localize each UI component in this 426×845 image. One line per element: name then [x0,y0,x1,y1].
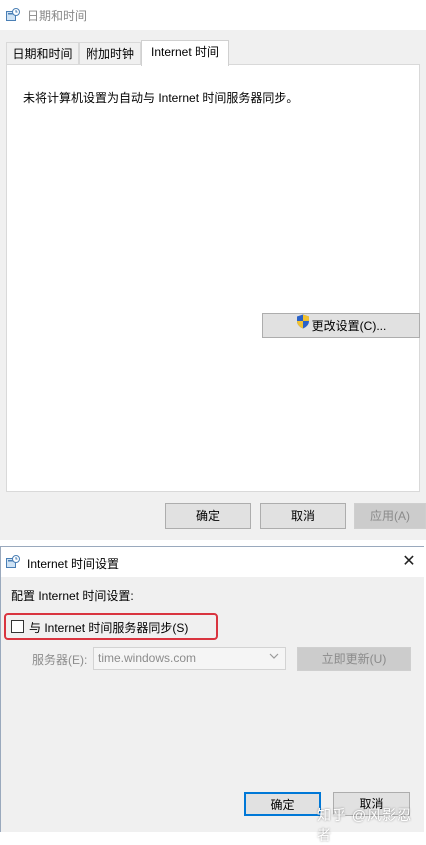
tab-date-time[interactable]: 日期和时间 [6,42,79,64]
apply-button[interactable]: 应用(A) [354,503,426,529]
tab-additional-clocks[interactable]: 附加时钟 [79,42,141,64]
change-settings-button[interactable]: 更改设置(C)... [262,313,420,338]
sync-status-text: 未将计算机设置为自动与 Internet 时间服务器同步。 [23,91,299,105]
chevron-down-icon[interactable] [269,651,279,664]
uac-shield-icon [296,313,310,337]
window-title: 日期和时间 [27,9,88,23]
cancel-button[interactable]: 取消 [260,503,346,529]
sync-checkbox-label[interactable]: 与 Internet 时间服务器同步(S) [29,619,188,636]
change-settings-label: 更改设置(C)... [311,319,387,333]
ok-button[interactable]: 确定 [165,503,251,529]
server-combobox[interactable]: time.windows.com [93,647,286,670]
title-bar: Internet 时间设置 ✕ [1,547,424,577]
server-label: 服务器(E): [32,653,88,667]
title-bar: 日期和时间 [0,0,426,30]
server-value: time.windows.com [98,651,197,665]
internet-time-panel [6,64,420,492]
sync-checkbox[interactable] [11,620,24,633]
watermark: 知乎 @风影忍者 [317,807,413,843]
close-icon[interactable]: ✕ [398,551,420,573]
tab-internet-time[interactable]: Internet 时间 [141,40,229,66]
update-now-button[interactable]: 立即更新(U) [297,647,411,671]
config-label: 配置 Internet 时间设置: [11,589,134,603]
clock-window-icon [6,8,20,22]
window-title: Internet 时间设置 [27,557,120,571]
date-time-dialog: 日期和时间 日期和时间 附加时钟 Internet 时间 未将计算机设置为自动与… [0,0,426,540]
internet-time-settings-dialog: Internet 时间设置 ✕ 配置 Internet 时间设置: 与 Inte… [0,546,424,843]
clock-window-icon [6,555,20,569]
ok-button[interactable]: 确定 [244,792,321,816]
